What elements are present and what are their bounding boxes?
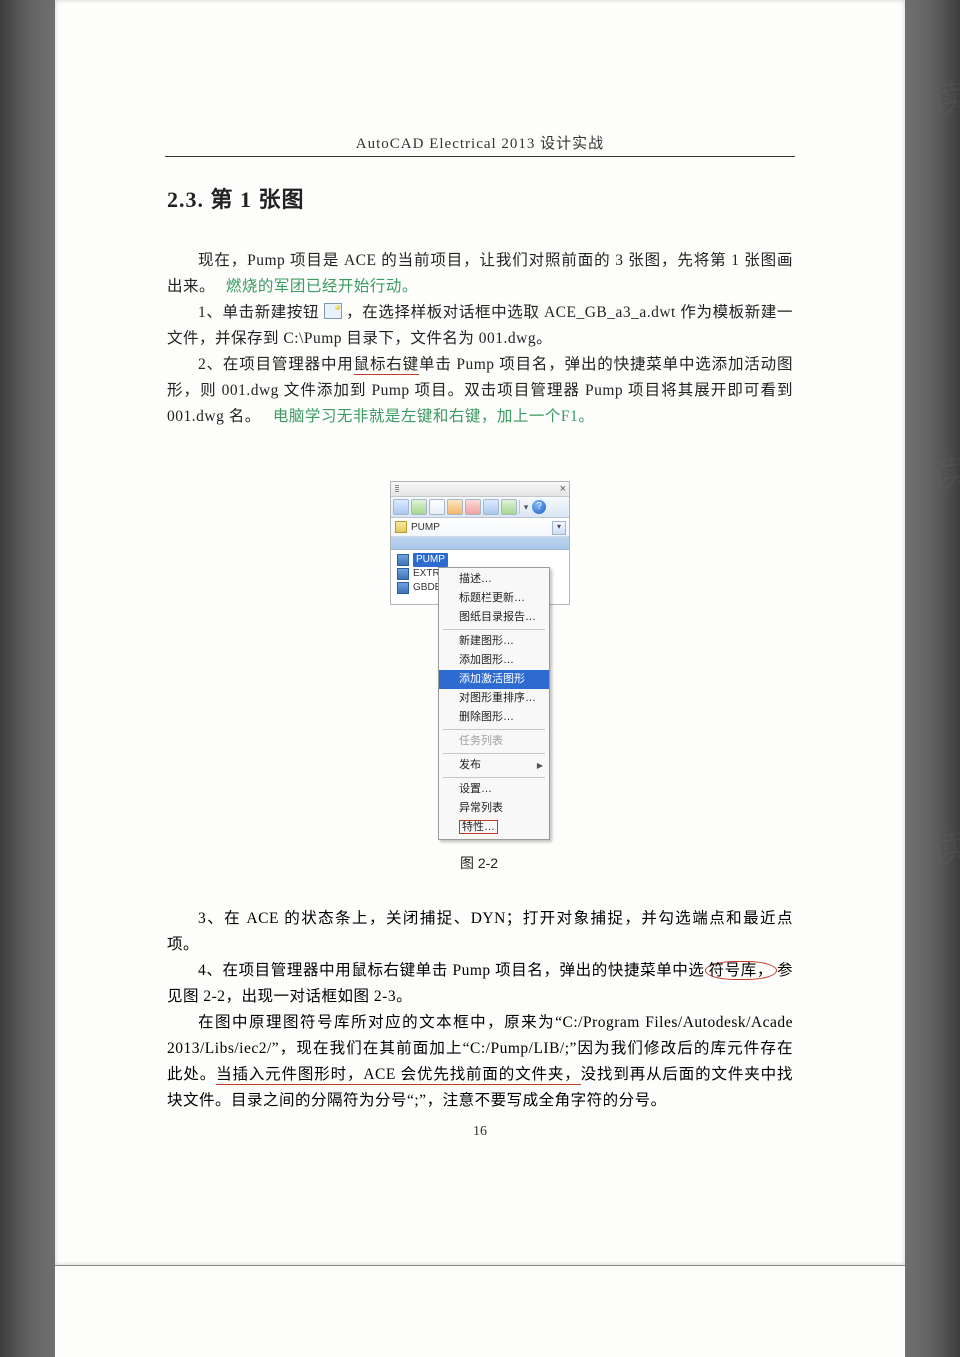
paragraph: 4、在项目管理器中用鼠标右键单击 Pump 项目名，弹出的快捷菜单中选符号库，参… <box>167 958 793 1010</box>
menu-item[interactable]: 设置… <box>439 780 549 799</box>
underlined-red: 鼠标右键 <box>354 356 419 375</box>
chevron-down-icon[interactable]: ▾ <box>552 521 566 535</box>
menu-item[interactable]: 添加图形… <box>439 651 549 670</box>
watermark: 读 <box>927 68 960 125</box>
paragraph: 在图中原理图符号库所对应的文本框中，原来为“C:/Program Files/A… <box>167 1010 793 1114</box>
menu-item[interactable]: 删除图形… <box>439 708 549 727</box>
menu-item[interactable]: 对图形重排序… <box>439 689 549 708</box>
paragraph: 1、单击新建按钮 ，在选择样板对话框中选取 ACE_GB_a3_a.dwt 作为… <box>167 300 793 352</box>
chevron-down-icon[interactable]: ▾ <box>522 502 530 513</box>
page-number: 16 <box>55 1124 905 1140</box>
toolbar-icon[interactable] <box>501 499 517 515</box>
paragraph: 2、在项目管理器中用鼠标右键单击 Pump 项目名，弹出的快捷菜单中选添加活动图… <box>167 352 793 430</box>
watermark: 读 <box>927 443 960 500</box>
menu-item: 任务列表 <box>439 732 549 751</box>
annotation-green: 电脑学习无非就是左键和右键，加上一个F1。 <box>273 408 594 425</box>
menu-item[interactable]: 添加激活图形 <box>439 670 549 689</box>
menu-separator <box>443 753 545 754</box>
text-run: 4、在项目管理器中用鼠标右键单击 Pump 项目名，弹出的快捷菜单中选 <box>198 962 705 979</box>
menu-item[interactable]: 异常列表 <box>439 799 549 818</box>
reader-viewport: 读 读 读 AutoCAD Electrical 2013 设计实战 2.3. … <box>0 0 960 1357</box>
project-icon <box>397 554 409 566</box>
help-icon[interactable]: ? <box>532 500 546 514</box>
separator <box>519 500 520 514</box>
circled-red: 符号库， <box>705 961 777 980</box>
new-file-icon <box>324 303 342 319</box>
watermark: 读 <box>927 818 960 875</box>
menu-item[interactable]: 特性… <box>439 818 549 837</box>
folder-icon <box>395 521 407 533</box>
current-project-row[interactable]: PUMP ▾ <box>391 518 569 537</box>
tree-item[interactable]: PUMP <box>397 553 569 567</box>
figure-caption: 图 2-2 <box>390 853 568 873</box>
menu-item[interactable]: 标题栏更新… <box>439 589 549 608</box>
toolbar-icon[interactable] <box>465 499 481 515</box>
underlined-red: 当插入元件图形时，ACE 会优先找前面的文件夹， <box>216 1066 581 1085</box>
close-icon[interactable]: × <box>560 483 566 495</box>
toolbar-icon[interactable] <box>411 499 427 515</box>
toolbar-icon[interactable] <box>447 499 463 515</box>
menu-item[interactable]: 发布 <box>439 756 549 775</box>
section-heading: 2.3. 第 1 张图 <box>167 182 793 214</box>
panel-titlebar[interactable]: × <box>391 482 569 497</box>
main-content: 2.3. 第 1 张图 现在，Pump 项目是 ACE 的当前项目，让我们对照前… <box>167 182 793 430</box>
text-run: 1、单击新建按钮 <box>198 304 319 321</box>
project-icon <box>397 582 409 594</box>
book-page: AutoCAD Electrical 2013 设计实战 2.3. 第 1 张图… <box>55 0 905 1265</box>
paragraph: 3、在 ACE 的状态条上，关闭捕捉、DYN；打开对象捕捉，并勾选端点和最近点项… <box>167 906 793 958</box>
toolbar-icon[interactable] <box>483 499 499 515</box>
menu-separator <box>443 729 545 730</box>
project-icon <box>397 568 409 580</box>
menu-separator <box>443 777 545 778</box>
menu-item[interactable]: 图纸目录报告… <box>439 608 549 627</box>
menu-item[interactable]: 新建图形… <box>439 632 549 651</box>
lower-text: 3、在 ACE 的状态条上，关闭捕捉、DYN；打开对象捕捉，并勾选端点和最近点项… <box>167 906 793 1114</box>
annotation-green: 燃烧的军团已经开始行动。 <box>226 278 418 295</box>
running-head-rule <box>165 156 795 157</box>
panel-toolbar: ▾ ? <box>391 497 569 518</box>
panel-band <box>391 537 569 550</box>
project-name: PUMP <box>411 522 440 533</box>
tree-label: PUMP <box>413 553 448 567</box>
toolbar-icon[interactable] <box>429 499 445 515</box>
toolbar-icon[interactable] <box>393 499 409 515</box>
menu-separator <box>443 629 545 630</box>
running-head: AutoCAD Electrical 2013 设计实战 <box>55 132 905 153</box>
menu-item[interactable]: 描述… <box>439 570 549 589</box>
grip-icon <box>395 485 399 493</box>
next-page-sliver <box>55 1266 905 1357</box>
embedded-figure: × ▾ ? PUMP ▾ <box>390 481 568 873</box>
text-run: 2、在项目管理器中用 <box>198 356 354 373</box>
context-menu: 描述…标题栏更新…图纸目录报告… 新建图形…添加图形…添加激活图形对图形重排序…删… <box>438 567 550 840</box>
